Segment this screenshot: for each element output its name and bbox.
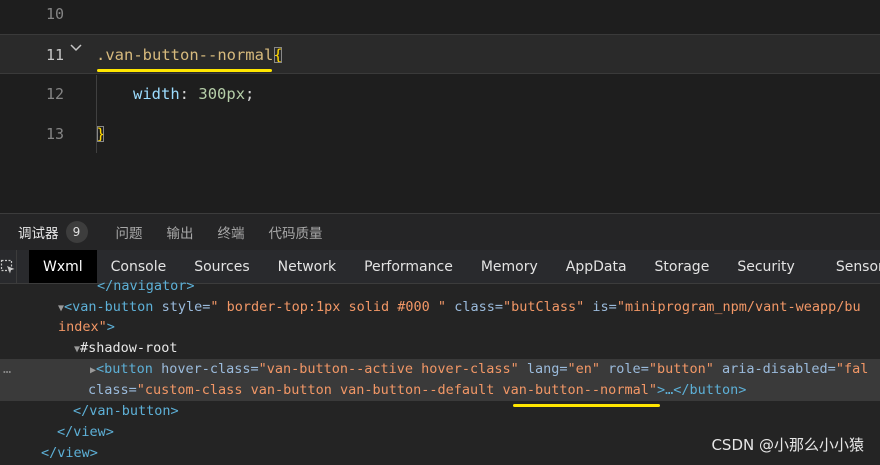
chevron-down-icon[interactable]	[70, 35, 82, 63]
line-number: 10	[45, 5, 64, 23]
attr-name: style	[161, 299, 203, 315]
attr-name: class	[88, 382, 129, 398]
tab-output[interactable]: 输出	[155, 214, 206, 251]
tab-label: 问题	[115, 226, 143, 242]
tab-label: 代码质量	[268, 226, 323, 242]
indent-guide	[96, 75, 97, 153]
editor-line-12[interactable]: 12 width: 300px;	[0, 74, 880, 114]
editor-line-11[interactable]: 11 .van-button--normal{	[0, 34, 880, 74]
caret-down-icon[interactable]: ▼	[0, 344, 80, 355]
css-property: width	[133, 85, 180, 103]
tag-end: >	[106, 319, 115, 335]
attr-value: "custom-class van-button van-button--def…	[136, 382, 657, 398]
tab-terminal[interactable]: 终端	[206, 214, 257, 251]
editor-line-13[interactable]: 13 }	[0, 114, 880, 154]
tree-row[interactable]: ▼#shadow-root	[0, 338, 880, 359]
closing-tag: </view>	[41, 445, 98, 461]
attr-value: "en"	[567, 361, 601, 377]
tab-code-quality[interactable]: 代码质量	[257, 214, 335, 251]
attr-name: lang	[526, 361, 560, 377]
attr-value: "miniprogram_npm/vant-weapp/bu	[616, 299, 861, 315]
caret-right-icon[interactable]: ▶	[0, 365, 96, 376]
tab-problems[interactable]: 问题	[104, 214, 155, 251]
tag-name: <van-button	[64, 299, 154, 315]
closing-tag: </van-button>	[73, 403, 179, 419]
line-number: 13	[45, 125, 64, 143]
attr-value: "fal	[835, 361, 869, 377]
editor-line-10[interactable]: 10	[0, 0, 880, 34]
count-badge: 9	[65, 221, 88, 243]
highlight-underline	[97, 69, 272, 72]
attr-name: class	[454, 299, 495, 315]
attr-value: "van-button--active hover-class"	[258, 361, 519, 377]
tab-label: 调试器	[18, 226, 59, 242]
tree-row[interactable]: </navigator>	[0, 276, 880, 297]
closing-tag: </navigator>	[97, 278, 195, 294]
semicolon: ;	[245, 85, 255, 103]
tree-row[interactable]: ▼<van-button style=" border-top:1px soli…	[0, 297, 880, 318]
watermark: CSDN @小那么小小猿	[711, 436, 864, 454]
open-brace: {	[273, 46, 283, 64]
attr-value: index"	[58, 319, 107, 335]
attr-name: role	[608, 361, 641, 377]
tab-label: 输出	[166, 226, 194, 242]
code-editor[interactable]: 10 11 .van-button--normal{ 12 width: 300…	[0, 0, 880, 213]
wxml-tree: </navigator> ▼<van-button style=" border…	[0, 278, 880, 465]
shadow-root-label: #shadow-root	[80, 340, 178, 356]
close-brace: }	[96, 125, 106, 143]
css-selector: .van-button--normal	[96, 46, 274, 64]
colon: :	[179, 85, 190, 103]
tag-end: >…</button>	[656, 382, 747, 398]
css-value-unit: px	[226, 85, 246, 103]
tab-label: 终端	[217, 226, 245, 242]
tag-name: <button	[96, 361, 153, 377]
attr-value: " border-top:1px solid #000 "	[210, 299, 447, 315]
css-value-number: 300	[198, 85, 227, 103]
panel-tabbar: 调试器 9 问题 输出 终端 代码质量	[0, 213, 880, 250]
tab-debugger[interactable]: 调试器 9	[0, 214, 100, 251]
caret-down-icon[interactable]: ▼	[0, 303, 64, 314]
attr-value: "butClass"	[502, 299, 585, 315]
attr-name: aria-disabled	[722, 361, 828, 377]
tree-row[interactable]: index">	[0, 317, 880, 338]
tree-row-selected[interactable]: … ▶<button hover-class="van-button--activ…	[0, 359, 880, 380]
tree-row-selected[interactable]: class="custom-class van-button van-butto…	[0, 380, 880, 401]
closing-tag: </view>	[57, 424, 114, 440]
tree-row[interactable]: </van-button>	[0, 401, 880, 422]
line-number: 11	[45, 46, 64, 64]
attr-value: "button"	[648, 361, 714, 377]
more-icon[interactable]: …	[3, 359, 11, 380]
attr-name: hover-class	[161, 361, 251, 377]
attr-name: is	[592, 299, 609, 315]
line-number: 12	[45, 85, 64, 103]
